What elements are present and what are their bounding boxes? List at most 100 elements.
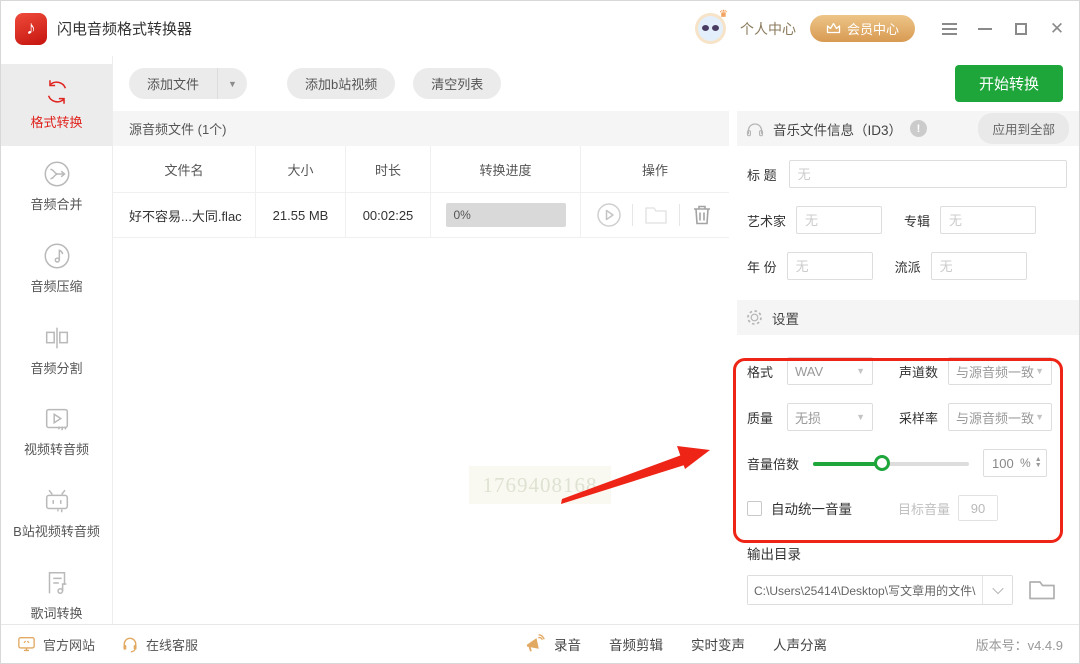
sidebar-item-label: 音频压缩 xyxy=(30,278,83,294)
channels-label: 声道数 xyxy=(899,364,939,380)
sidebar-item-audio-split[interactable]: 音频分割 xyxy=(1,310,112,392)
col-filename: 文件名 xyxy=(113,146,256,192)
title-field[interactable] xyxy=(788,160,1067,188)
file-table: 文件名 大小 时长 转换进度 操作 好不容易...大同.flac 21.55 M… xyxy=(113,146,729,238)
progress-bar: 0% xyxy=(445,203,566,227)
output-path-input[interactable] xyxy=(748,576,982,604)
clear-list-button[interactable]: 清空列表 xyxy=(413,68,502,99)
sidebar-item-audio-compress[interactable]: 音频压缩 xyxy=(1,228,112,310)
channels-select[interactable]: 与源音频一致 ▼ xyxy=(948,357,1053,385)
online-support-label: 在线客服 xyxy=(146,637,199,653)
maximize-icon[interactable] xyxy=(1013,21,1029,37)
add-file-button[interactable]: 添加文件 ▼ xyxy=(129,68,248,99)
sidebar-item-label: 音频分割 xyxy=(30,360,83,376)
samplerate-value: 与源音频一致 xyxy=(956,410,1035,426)
auto-volume-label: 自动统一音量 xyxy=(771,502,852,517)
minimize-icon[interactable] xyxy=(977,21,993,37)
video-to-audio-icon xyxy=(42,404,72,434)
audio-split-icon xyxy=(42,323,72,353)
col-size: 大小 xyxy=(256,146,346,192)
audio-compress-icon xyxy=(42,241,72,271)
voice-change-link[interactable]: 实时变声 xyxy=(691,634,745,654)
file-list-panel: 源音频文件 (1个) 文件名 大小 时长 转换进度 操作 好不容易...大同.f… xyxy=(113,111,729,624)
id3-title: 音乐文件信息（ID3） xyxy=(773,122,903,138)
bilibili-tv-icon xyxy=(42,486,72,516)
personal-center-link[interactable]: 个人中心 xyxy=(740,19,796,39)
apply-to-all-button[interactable]: 应用到全部 xyxy=(978,113,1069,144)
title-bar: ♪ 闪电音频格式转换器 ♛ 个人中心 会员中心 ✕ xyxy=(1,1,1079,56)
album-field-label: 专辑 xyxy=(904,213,931,229)
crown-icon xyxy=(826,22,841,34)
browse-folder-button[interactable] xyxy=(1027,577,1057,603)
gear-icon xyxy=(747,310,762,325)
format-value: WAV xyxy=(795,363,824,379)
sidebar-item-video-to-audio[interactable]: 视频转音频 xyxy=(1,391,112,473)
app-logo-icon: ♪ xyxy=(15,12,47,45)
app-title: 闪电音频格式转换器 xyxy=(57,21,193,38)
menu-icon[interactable] xyxy=(941,21,957,37)
artist-field[interactable] xyxy=(796,206,883,234)
folder-icon[interactable] xyxy=(643,203,669,227)
folder-icon xyxy=(1029,581,1055,600)
volume-stepper[interactable]: ▲ ▼ xyxy=(1035,456,1042,469)
online-support-link[interactable]: 在线客服 xyxy=(121,635,198,654)
start-convert-button[interactable]: 开始转换 xyxy=(954,65,1063,102)
volume-input[interactable] xyxy=(992,455,1021,471)
path-dropdown[interactable] xyxy=(982,576,1012,604)
toolbar: 添加文件 ▼ 添加b站视频 清空列表 开始转换 xyxy=(113,56,1079,111)
sidebar-item-format-convert[interactable]: 格式转换 xyxy=(1,64,112,146)
audio-merge-icon xyxy=(42,159,72,189)
volume-slider[interactable] xyxy=(813,454,970,472)
official-website-link[interactable]: 官方网站 xyxy=(17,635,95,654)
title-field-label: 标 题 xyxy=(747,167,777,183)
album-field[interactable] xyxy=(940,206,1037,234)
close-icon[interactable]: ✕ xyxy=(1049,20,1065,37)
play-icon[interactable] xyxy=(596,202,622,228)
col-duration: 时长 xyxy=(346,146,431,192)
year-field[interactable] xyxy=(786,252,873,280)
format-convert-icon xyxy=(42,77,72,107)
samplerate-select[interactable]: 与源音频一致 ▼ xyxy=(948,403,1053,431)
chevron-down-icon: ▼ xyxy=(856,366,866,376)
sidebar-item-audio-merge[interactable]: 音频合并 xyxy=(1,146,112,228)
slider-thumb[interactable] xyxy=(874,455,891,471)
user-avatar[interactable]: ♛ xyxy=(694,9,728,44)
chevron-down-icon: ▼ xyxy=(1035,412,1045,422)
sidebar-item-bilibili-to-audio[interactable]: B站视频转音频 xyxy=(1,473,112,555)
output-dir-label: 输出目录 xyxy=(747,547,801,562)
add-bilibili-label: 添加b站视频 xyxy=(305,77,378,92)
target-volume-input[interactable] xyxy=(958,495,999,521)
volume-value-box: % ▲▼ xyxy=(983,449,1047,477)
quality-select[interactable]: 无损 ▼ xyxy=(787,403,874,431)
settings-area: 格式 WAV ▼ 声道数 与源音频一致 ▼ 质量 无损 ▼ 采样率 与源音频一致… xyxy=(737,335,1079,521)
chevron-down-icon: ▼ xyxy=(856,412,866,422)
channels-value: 与源音频一致 xyxy=(956,364,1035,380)
genre-field[interactable] xyxy=(930,252,1027,280)
info-icon[interactable]: ! xyxy=(910,120,928,137)
file-size: 21.55 MB xyxy=(256,193,346,237)
member-center-button[interactable]: 会员中心 xyxy=(809,15,915,42)
source-files-header: 源音频文件 (1个) xyxy=(113,111,729,146)
volume-unit: % xyxy=(1020,456,1031,470)
auto-volume-checkbox[interactable] xyxy=(747,500,762,516)
right-panel: 音乐文件信息（ID3） ! 应用到全部 标 题 艺术家 专辑 年 份 流派 xyxy=(737,111,1079,624)
col-operations: 操作 xyxy=(641,162,668,178)
id3-fields: 标 题 艺术家 专辑 年 份 流派 xyxy=(737,146,1079,300)
format-select[interactable]: WAV ▼ xyxy=(787,357,874,385)
add-file-dropdown[interactable]: ▼ xyxy=(217,68,247,99)
sidebar-item-label: 歌词转换 xyxy=(30,606,83,622)
record-link[interactable]: 录音 xyxy=(524,634,581,654)
sidebar-item-label: 格式转换 xyxy=(30,115,83,130)
quality-value: 无损 xyxy=(795,410,822,426)
member-center-label: 会员中心 xyxy=(846,22,899,37)
add-bilibili-button[interactable]: 添加b站视频 xyxy=(287,68,396,99)
progress-cell: 0% xyxy=(431,193,581,237)
col-progress: 转换进度 xyxy=(431,146,581,192)
vocal-separation-link[interactable]: 人声分离 xyxy=(773,634,827,654)
year-field-label: 年 份 xyxy=(747,259,777,275)
megaphone-icon xyxy=(526,634,545,652)
audio-edit-link[interactable]: 音频剪辑 xyxy=(609,634,663,654)
chevron-down-icon xyxy=(991,582,1004,595)
trash-icon[interactable] xyxy=(690,202,714,228)
clear-list-label: 清空列表 xyxy=(431,77,484,92)
